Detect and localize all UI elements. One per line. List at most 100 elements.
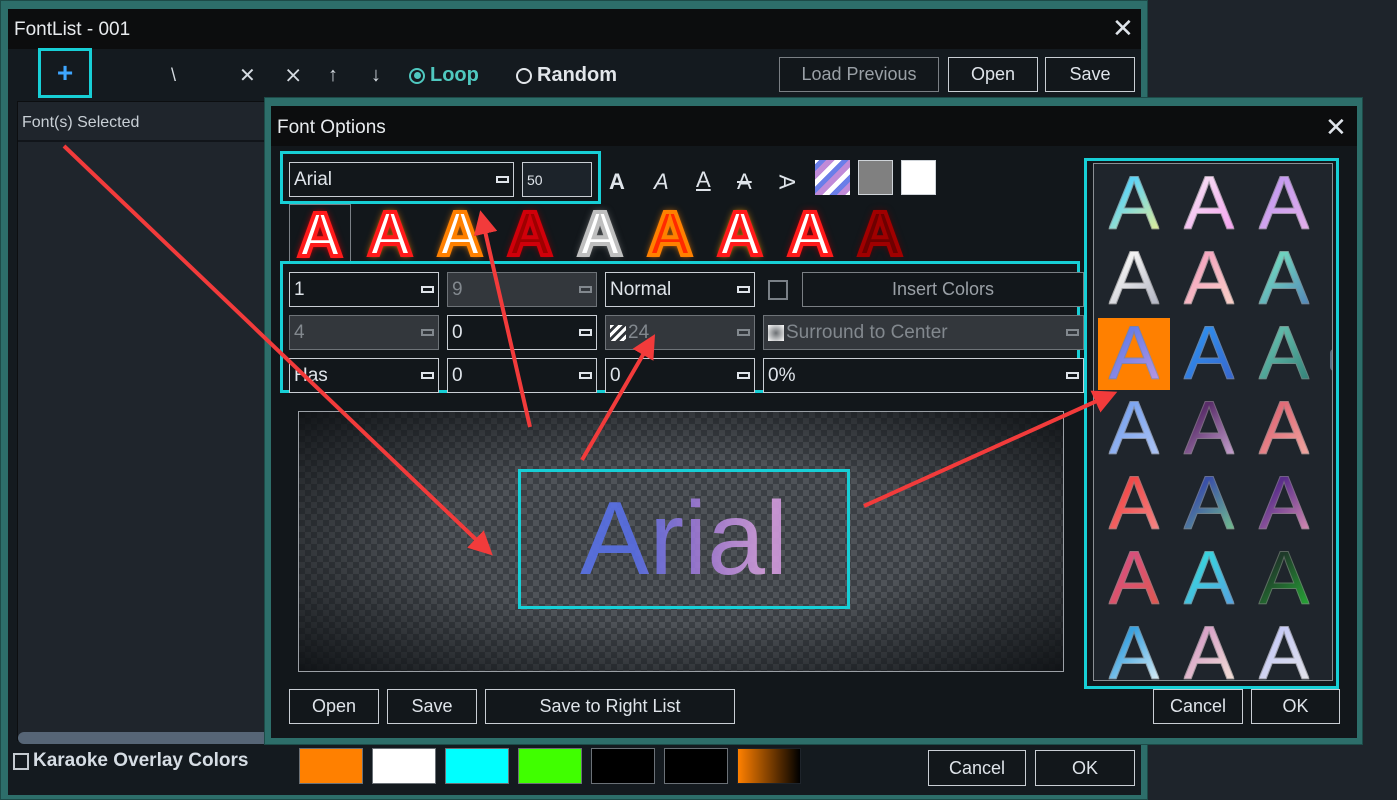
close-icon[interactable]: ✕ [1112,15,1134,41]
karaoke-label: Karaoke Overlay Colors [33,750,249,771]
rotate-icon[interactable]: A [774,175,799,190]
insert-colors-checkbox[interactable] [768,280,788,300]
close-icon[interactable]: ✕ [1325,114,1347,140]
insert-colors-button[interactable]: Insert Colors [802,272,1084,307]
style-preset-item[interactable]: A [1173,163,1245,246]
style-preset-item[interactable]: A [1173,390,1245,467]
dialog-save-button[interactable]: Save [387,689,477,724]
style-preset-glyph: A [1108,386,1160,471]
karaoke-color-swatch[interactable] [372,748,436,784]
edit-icon[interactable]: \ [171,66,176,84]
param-value: 0 [452,321,463,343]
karaoke-color-swatch[interactable] [664,748,728,784]
italic-icon[interactable]: A [654,171,669,193]
delete-icon[interactable]: ✕ [239,66,256,86]
dropdown-icon [421,286,434,293]
style-preset-item[interactable]: A [1173,315,1245,392]
param-select[interactable]: Has [289,358,439,393]
karaoke-checkbox[interactable] [13,752,29,770]
font-options-titlebar: Font Options ✕ [271,106,1357,146]
param-value: 0 [452,364,463,386]
style-preset-glyph: A [1183,236,1235,321]
gray-color-swatch[interactable] [858,160,893,195]
dialog-cancel-button[interactable]: Cancel [1153,689,1243,724]
load-previous-button[interactable]: Load Previous [779,57,939,92]
karaoke-color-swatch[interactable] [299,748,363,784]
style-preset-item[interactable]: A [1173,465,1245,542]
random-label: Random [537,64,617,86]
effect-white-orange-border[interactable]: A [709,202,771,268]
style-preset-item[interactable]: A [1098,315,1170,392]
effect-white-red[interactable]: A [779,202,841,268]
style-preset-glyph: A [1258,163,1310,246]
strikethrough-icon[interactable]: A [737,171,752,193]
style-preset-item[interactable]: A [1173,615,1245,680]
param-value: 1 [294,278,305,300]
effect-red-outline[interactable]: A [289,203,351,269]
style-preset-item[interactable]: A [1248,240,1320,317]
style-preset-item[interactable]: A [1098,386,1170,471]
style-preset-glyph: A [1183,536,1235,621]
effect-orange-glow[interactable]: A [359,202,421,268]
param-select[interactable]: 0 [605,358,755,393]
move-up-icon[interactable]: ↑ [328,65,338,85]
dialog-ok-button[interactable]: OK [1251,689,1340,724]
style-preset-item[interactable]: A [1248,390,1320,467]
style-preset-item[interactable]: A [1173,236,1245,321]
effect-dark-red-outline[interactable]: A [499,202,561,268]
style-preset-glyph: A [1108,236,1160,321]
karaoke-overlay-toggle[interactable]: Karaoke Overlay Colors [13,750,295,772]
dropdown-icon [737,329,750,336]
karaoke-gradient-swatch[interactable] [737,748,801,784]
save-to-right-list-button[interactable]: Save to Right List [485,689,735,724]
karaoke-color-swatch[interactable] [518,748,582,784]
style-preset-glyph: A [1108,615,1160,680]
style-preset-item[interactable]: A [1248,315,1320,392]
param-select[interactable]: 1 [289,272,439,307]
font-name-select[interactable]: Arial [289,162,514,197]
vertical-scrollbar[interactable] [1330,349,1332,371]
style-preset-item[interactable]: A [1098,165,1170,242]
effect-maroon-outline[interactable]: A [849,202,911,268]
dropdown-icon [737,372,750,379]
effect-white-shadow[interactable]: A [569,202,631,268]
style-preset-item[interactable]: A [1098,615,1170,680]
style-preset-item[interactable]: A [1098,236,1170,321]
preview-text: Arial [521,472,847,606]
loop-radio[interactable]: Loop [409,64,479,87]
style-preset-item[interactable]: A [1098,465,1170,542]
style-preset-item[interactable]: A [1248,163,1320,246]
random-radio[interactable]: Random [516,64,617,87]
font-options-dialog: Font Options ✕ Arial 50 A A A A A AAAAAA… [264,97,1363,745]
opacity-select[interactable]: 0% [763,358,1084,393]
param-select[interactable]: 0 [447,358,597,393]
style-preset-item[interactable]: A [1248,465,1320,542]
karaoke-color-swatch[interactable] [445,748,509,784]
style-preset-item[interactable]: A [1098,540,1170,617]
underline-icon[interactable]: A [696,169,711,191]
move-down-icon[interactable]: ↓ [371,65,381,85]
open-button[interactable]: Open [948,57,1038,92]
style-preset-item[interactable]: A [1173,536,1245,621]
dropdown-icon [421,329,434,336]
horizontal-scrollbar[interactable] [18,732,273,744]
effect-orange-fill[interactable]: A [429,202,491,268]
add-font-button[interactable]: + [38,48,92,98]
weight-select[interactable]: Normal [605,272,755,307]
font-size-input[interactable]: 50 [522,162,592,197]
main-cancel-button[interactable]: Cancel [928,750,1026,786]
dialog-open-button[interactable]: Open [289,689,379,724]
main-ok-button[interactable]: OK [1035,750,1135,786]
gradient-color-swatch[interactable] [815,160,850,195]
style-preset-glyph: A [1183,163,1235,246]
karaoke-color-swatch[interactable] [591,748,655,784]
save-button[interactable]: Save [1045,57,1135,92]
style-preset-item[interactable]: A [1248,615,1320,680]
delete-all-icon[interactable]: ⨯ [284,64,302,86]
style-preset-list[interactable]: AAAAAAAAAAAAAAAAAAAAA [1093,163,1333,681]
param-select[interactable]: 0 [447,315,597,350]
bold-icon[interactable]: A [609,171,625,193]
effect-red-orange[interactable]: A [639,202,701,268]
white-color-swatch[interactable] [901,160,936,195]
style-preset-item[interactable]: A [1248,540,1320,617]
